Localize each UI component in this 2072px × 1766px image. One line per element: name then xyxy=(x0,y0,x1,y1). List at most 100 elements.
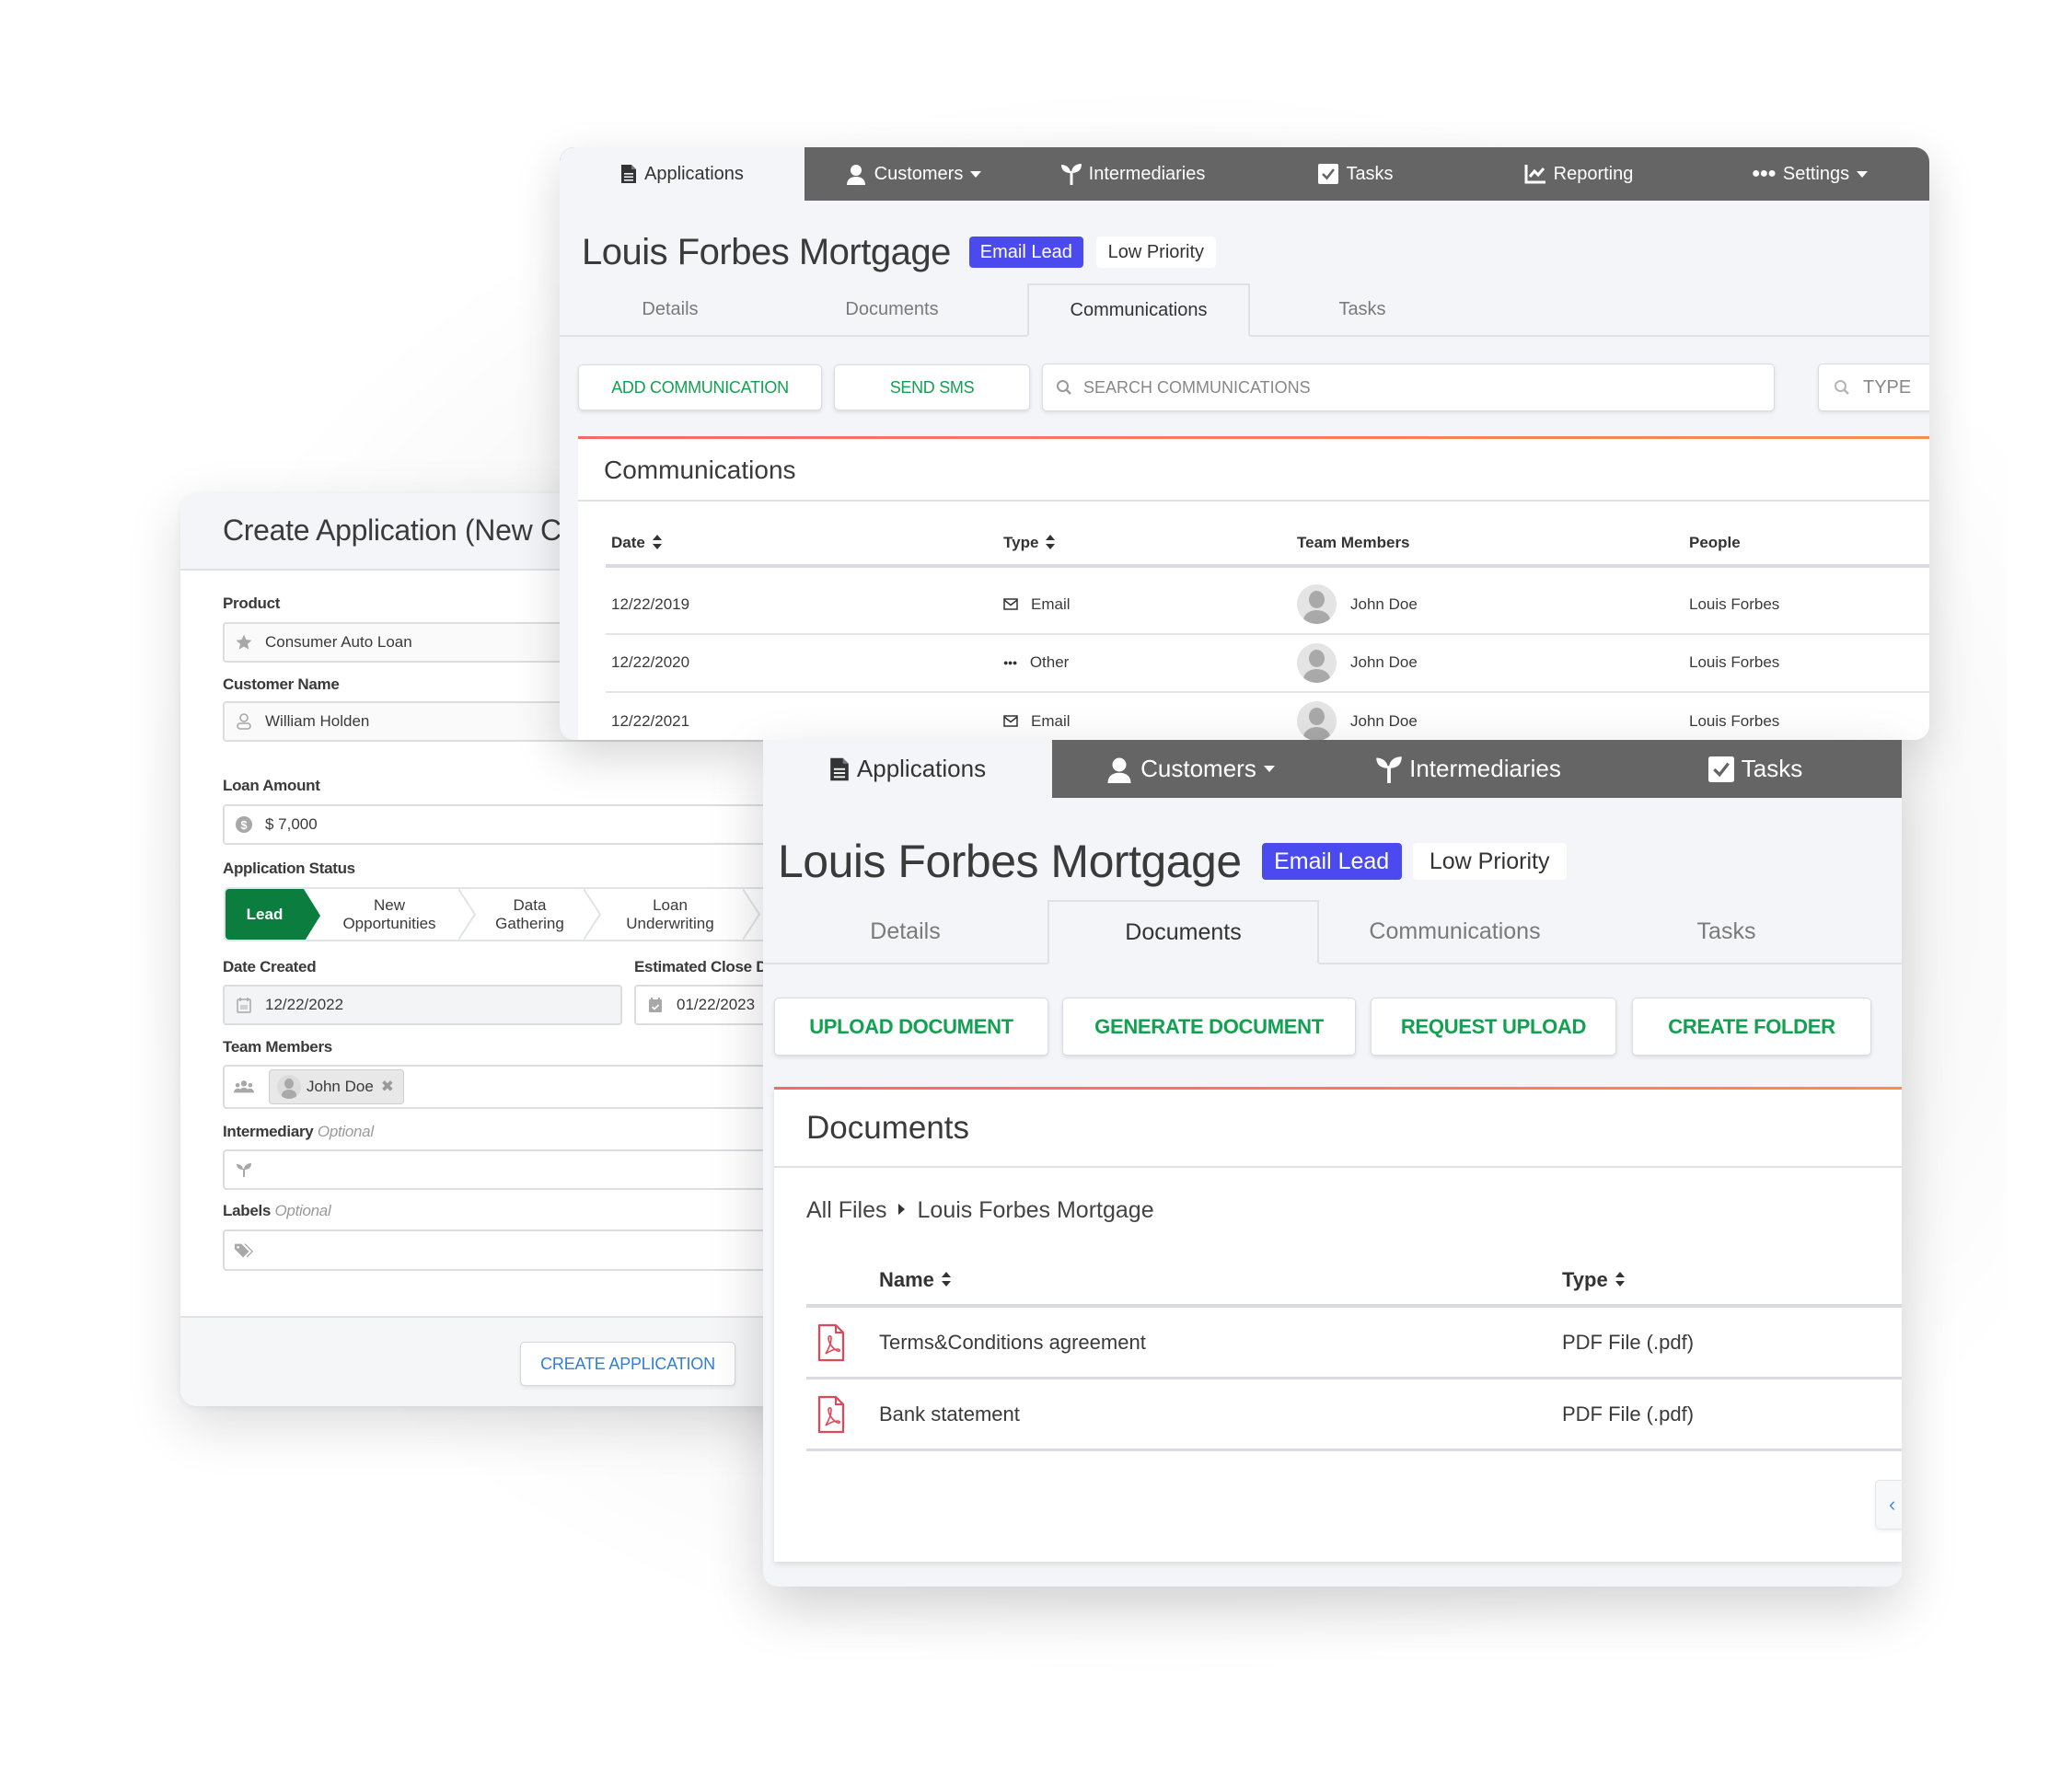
nav-reporting[interactable]: Reporting xyxy=(1467,147,1690,201)
avatar xyxy=(277,1075,301,1099)
labels-field[interactable] xyxy=(223,1229,812,1271)
record-tabs: Details Documents Communications Tasks xyxy=(763,900,1902,964)
tab-tasks[interactable]: Tasks xyxy=(1250,283,1475,335)
page-title: Louis Forbes Mortgage xyxy=(778,836,1242,887)
type-filter-input[interactable]: TYPE xyxy=(1818,364,1929,411)
nav-customers[interactable]: Customers xyxy=(804,147,1022,201)
cell-team-member: John Doe xyxy=(1297,575,1418,634)
tab-documents[interactable]: Documents xyxy=(1048,900,1319,964)
loan-amount-field[interactable]: $ $ 7,000 xyxy=(223,804,812,845)
main-nav: Applications Customers Intermediaries Ta… xyxy=(763,740,1902,798)
product-value: Consumer Auto Loan xyxy=(265,633,412,651)
table-row[interactable]: 12/22/2021 Email John Doe Louis Forbes xyxy=(578,692,1929,740)
chart-line-icon xyxy=(1524,165,1545,184)
intermediary-field[interactable] xyxy=(223,1149,812,1190)
nav-label: Tasks xyxy=(1741,755,1803,782)
status-arrow xyxy=(304,889,320,940)
caret-down-icon xyxy=(1263,766,1275,772)
search-communications-input[interactable]: SEARCH COMMUNICATIONS xyxy=(1042,364,1775,411)
table-row[interactable]: 12/22/2019 Email John Doe Louis Forbes xyxy=(578,575,1929,634)
remove-chip-icon[interactable]: ✖ xyxy=(381,1078,394,1096)
user-icon xyxy=(234,711,254,732)
status-step-lead[interactable]: Lead xyxy=(226,889,304,940)
seedling-icon xyxy=(234,1160,254,1180)
breadcrumb-all-files[interactable]: All Files xyxy=(806,1197,887,1224)
seedling-icon xyxy=(1376,756,1402,783)
tab-documents[interactable]: Documents xyxy=(781,283,1003,335)
team-members-field[interactable]: John Doe ✖ xyxy=(223,1065,812,1109)
user-icon xyxy=(1107,757,1131,783)
create-application-button[interactable]: CREATE APPLICATION xyxy=(520,1342,735,1386)
nav-intermediaries[interactable]: Intermediaries xyxy=(1328,740,1609,798)
nav-label: Settings xyxy=(1782,163,1850,184)
nav-label: Customers xyxy=(874,163,964,184)
optional-hint: Optional xyxy=(274,1202,331,1219)
tab-details[interactable]: Details xyxy=(763,900,1048,963)
estimated-close-date-label: Estimated Close D xyxy=(634,958,768,975)
tags-icon xyxy=(234,1241,254,1261)
nav-applications[interactable]: Applications xyxy=(560,147,804,201)
column-header-people: People xyxy=(1689,534,1741,552)
svg-text:$: $ xyxy=(240,818,248,832)
send-sms-button[interactable]: SEND SMS xyxy=(834,364,1030,410)
ellipsis-icon: ●●● xyxy=(1751,166,1777,181)
nav-tasks[interactable]: Tasks xyxy=(1609,740,1902,798)
loan-amount-value: $ 7,000 xyxy=(265,815,318,833)
ellipsis-icon: ●●● xyxy=(1003,658,1017,668)
date-created-field[interactable]: 12/22/2022 xyxy=(223,985,622,1025)
cell-people: Louis Forbes xyxy=(1689,594,1780,613)
table-row[interactable]: Terms&Conditions agreement PDF File (.pdf… xyxy=(774,1308,1902,1377)
nav-label: Applications xyxy=(856,755,987,782)
labels-label: Labels Optional xyxy=(223,1202,331,1220)
nav-intermediaries[interactable]: Intermediaries xyxy=(1022,147,1244,201)
member-name: John Doe xyxy=(1350,711,1418,730)
table-row[interactable]: 12/22/2020 ●●● Other John Doe Louis Forbes xyxy=(578,634,1929,693)
optional-hint: Optional xyxy=(317,1123,374,1140)
customer-name-label: Customer Name xyxy=(223,675,340,693)
calendar-check-icon xyxy=(645,995,666,1015)
column-header-name[interactable]: Name xyxy=(879,1268,951,1292)
seedling-icon xyxy=(1060,164,1082,185)
column-label: Type xyxy=(1562,1268,1608,1291)
calendar-icon xyxy=(234,995,254,1015)
tab-communications[interactable]: Communications xyxy=(1027,283,1250,337)
loan-amount-label: Loan Amount xyxy=(223,777,320,794)
member-name: John Doe xyxy=(1350,653,1418,672)
low-priority-badge: Low Priority xyxy=(1095,237,1216,268)
generate-document-button[interactable]: GENERATE DOCUMENT xyxy=(1062,998,1356,1056)
create-folder-button[interactable]: CREATE FOLDER xyxy=(1632,998,1871,1056)
tab-details[interactable]: Details xyxy=(560,283,781,335)
column-label: Date xyxy=(611,534,645,551)
nav-settings[interactable]: ●●● Settings xyxy=(1690,147,1929,201)
nav-label: Tasks xyxy=(1346,163,1394,184)
cell-people: Louis Forbes xyxy=(1689,711,1780,730)
column-header-date[interactable]: Date xyxy=(611,534,662,552)
request-upload-button[interactable]: REQUEST UPLOAD xyxy=(1371,998,1616,1056)
status-step-loan-underwriting[interactable]: Loan Underwriting xyxy=(601,889,739,940)
nav-applications[interactable]: Applications xyxy=(763,740,1052,798)
status-step-label: Loan Underwriting xyxy=(626,896,713,932)
status-step-line2: Gathering xyxy=(495,914,564,932)
dollar-circle-icon: $ xyxy=(234,814,254,835)
column-header-type[interactable]: Type xyxy=(1003,534,1056,552)
pagination-prev-button[interactable]: ‹ xyxy=(1875,1480,1902,1529)
add-communication-button[interactable]: ADD COMMUNICATION xyxy=(578,364,822,410)
member-name: John Doe xyxy=(1350,594,1418,613)
tab-communications[interactable]: Communications xyxy=(1319,900,1591,963)
team-member-chip[interactable]: John Doe ✖ xyxy=(269,1069,405,1104)
status-step-line1: Loan xyxy=(653,895,688,914)
tab-tasks[interactable]: Tasks xyxy=(1591,900,1862,963)
table-row[interactable]: Bank statement PDF File (.pdf) xyxy=(774,1379,1902,1449)
column-label: Team Members xyxy=(1297,534,1410,551)
checkbox-icon xyxy=(1318,164,1339,184)
upload-document-button[interactable]: UPLOAD DOCUMENT xyxy=(774,998,1048,1056)
column-label: People xyxy=(1689,534,1741,551)
nav-customers[interactable]: Customers xyxy=(1052,740,1328,798)
page-title: Louis Forbes Mortgage xyxy=(582,231,951,272)
status-step-new-opportunities[interactable]: New Opportunities xyxy=(320,889,458,940)
column-label: Type xyxy=(1003,534,1039,551)
column-header-type[interactable]: Type xyxy=(1562,1268,1625,1292)
status-step-data-gathering[interactable]: Data Gathering xyxy=(477,889,583,940)
application-status-label: Application Status xyxy=(223,860,355,877)
nav-tasks[interactable]: Tasks xyxy=(1244,147,1467,201)
